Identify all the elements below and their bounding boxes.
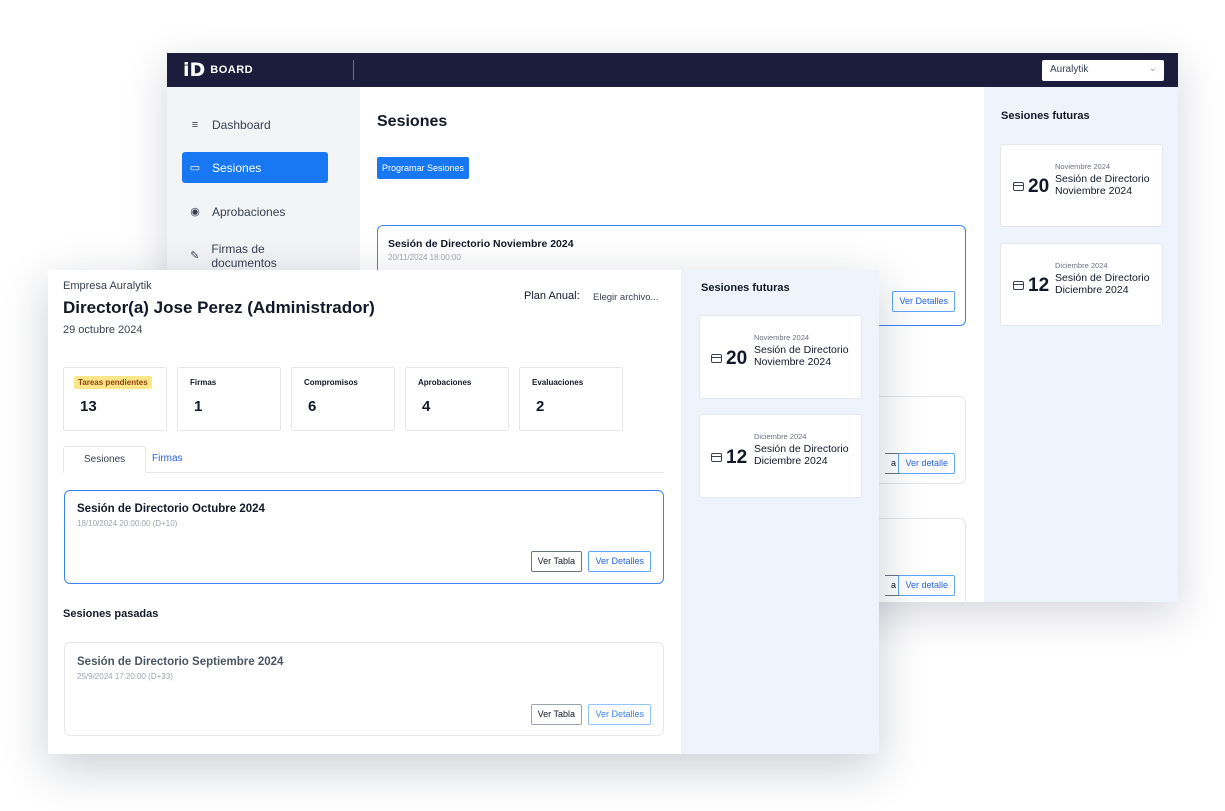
stat-card-commitments[interactable]: Compromisos 6: [291, 367, 395, 431]
company-select-value: Auralytik: [1050, 64, 1089, 75]
view-details-button[interactable]: Ver Detalles: [892, 291, 955, 312]
tab-sesiones[interactable]: Sesiones: [63, 446, 147, 473]
brand-name: BOARD: [210, 64, 254, 76]
calendar-icon: [1013, 281, 1024, 290]
stat-label: Tareas pendientes: [74, 376, 152, 389]
stat-value: 2: [536, 398, 545, 415]
session-datetime: 25/9/2024 17:20:00 (D+33): [77, 672, 173, 681]
session-title: Sesión de Directorio Septiembre 2024: [77, 656, 284, 668]
view-table-button[interactable]: Ver Tabla: [530, 551, 582, 572]
page-title: Sesiones: [377, 113, 448, 130]
future-sessions-panel: Sesiones futuras 20 Noviembre 2024 Sesió…: [984, 87, 1178, 602]
session-name: Sesión de Directorio Diciembre 2024: [754, 443, 849, 467]
session-month: Diciembre 2024: [1055, 261, 1108, 270]
current-session-card[interactable]: Sesión de Directorio Octubre 2024 18/10/…: [64, 490, 664, 584]
session-title: Sesión de Directorio Noviembre 2024: [388, 238, 574, 250]
sidebar-item-sesiones[interactable]: ▭ Sesiones: [182, 152, 328, 183]
stat-value: 1: [194, 398, 203, 415]
session-datetime: 20/11/2024 18:00:00: [388, 253, 461, 262]
list-icon: ≡: [191, 118, 199, 131]
stat-label: Compromisos: [304, 378, 358, 387]
brand-logo[interactable]: iD BOARD: [183, 58, 254, 81]
calendar-icon: [711, 453, 722, 462]
stat-card-evaluations[interactable]: Evaluaciones 2: [519, 367, 623, 431]
session-day: 20: [726, 348, 748, 369]
calendar-icon: [711, 354, 722, 363]
view-detail-button[interactable]: Ver detalle: [898, 453, 955, 474]
view-table-button[interactable]: Ver Tabla: [530, 704, 582, 725]
future-session-card[interactable]: 20 Noviembre 2024 Sesión de Directorio N…: [699, 315, 862, 399]
schedule-sessions-button[interactable]: Programar Sesiones: [377, 157, 470, 179]
session-name: Sesión de Directorio Diciembre 2024: [1055, 272, 1150, 296]
stat-value: 13: [80, 398, 97, 415]
past-session-card[interactable]: Sesión de Directorio Septiembre 2024 25/…: [64, 642, 664, 736]
brand-mark: iD: [183, 58, 206, 81]
session-day: 12: [1028, 275, 1050, 296]
sidebar-item-aprobaciones[interactable]: ◉ Aprobaciones: [182, 196, 328, 227]
session-name: Sesión de Directorio Noviembre 2024: [754, 344, 849, 368]
stat-label: Firmas: [190, 378, 217, 387]
session-datetime: 18/10/2024 20:00:00 (D+10): [77, 519, 178, 528]
view-details-button[interactable]: Ver Detalles: [588, 704, 651, 725]
document-sign-icon: ✎: [190, 250, 200, 262]
company-select[interactable]: Auralytik ⌄: [1042, 60, 1164, 81]
eye-icon: ◉: [190, 206, 200, 218]
session-month: Noviembre 2024: [1055, 162, 1111, 171]
session-month: Diciembre 2024: [754, 432, 807, 441]
annual-plan-label: Plan Anual:: [524, 290, 580, 302]
session-title: Sesión de Directorio Octubre 2024: [77, 503, 265, 515]
panel-title: Sesiones futuras: [701, 282, 790, 294]
sidebar-item-label: Sesiones: [212, 160, 262, 175]
topbar-divider: [353, 60, 354, 80]
past-sessions-heading: Sesiones pasadas: [63, 608, 159, 620]
annual-plan-file-input[interactable]: Elegir archivo...: [593, 292, 658, 303]
current-date: 29 octubre 2024: [63, 324, 143, 336]
session-day: 20: [1028, 176, 1050, 197]
company-name: Empresa Auralytik: [63, 280, 152, 292]
folder-icon: ▭: [189, 162, 201, 174]
session-name: Sesión de Directorio Noviembre 2024: [1055, 173, 1150, 197]
stat-card-pending-tasks[interactable]: Tareas pendientes 13: [63, 367, 167, 431]
session-day: 12: [726, 447, 748, 468]
user-title: Director(a) Jose Perez (Administrador): [63, 298, 375, 317]
stat-label: Evaluaciones: [532, 378, 584, 387]
tab-firmas[interactable]: Firmas: [140, 446, 195, 473]
sidebar-item-label: Dashboard: [212, 117, 271, 132]
calendar-icon: [1013, 182, 1024, 191]
future-sessions-panel: Sesiones futuras 20 Noviembre 2024 Sesió…: [681, 270, 879, 754]
view-detail-button[interactable]: Ver detalle: [898, 575, 955, 596]
view-details-button[interactable]: Ver Detalles: [588, 551, 651, 572]
sidebar-item-dashboard[interactable]: ≡ Dashboard: [182, 109, 328, 140]
top-bar: iD BOARD Auralytik ⌄: [167, 53, 1178, 87]
sidebar-item-label: Aprobaciones: [212, 204, 286, 219]
stat-value: 4: [422, 398, 431, 415]
chevron-down-icon: ⌄: [1148, 63, 1157, 74]
future-session-card[interactable]: 20 Noviembre 2024 Sesión de Directorio N…: [1000, 144, 1163, 227]
stat-card-signatures[interactable]: Firmas 1: [177, 367, 281, 431]
front-window: Empresa Auralytik Director(a) Jose Perez…: [48, 270, 879, 754]
session-month: Noviembre 2024: [754, 333, 810, 342]
future-session-card[interactable]: 12 Diciembre 2024 Sesión de Directorio D…: [699, 414, 862, 498]
stat-label: Aprobaciones: [418, 378, 472, 387]
sidebar-item-label: Firmas de documentos: [211, 241, 277, 270]
sidebar-item-firmas[interactable]: ✎ Firmas de documentos: [182, 240, 328, 271]
stat-card-approvals[interactable]: Aprobaciones 4: [405, 367, 509, 431]
panel-title: Sesiones futuras: [1001, 110, 1090, 122]
future-session-card[interactable]: 12 Diciembre 2024 Sesión de Directorio D…: [1000, 243, 1163, 326]
stat-value: 6: [308, 398, 317, 415]
